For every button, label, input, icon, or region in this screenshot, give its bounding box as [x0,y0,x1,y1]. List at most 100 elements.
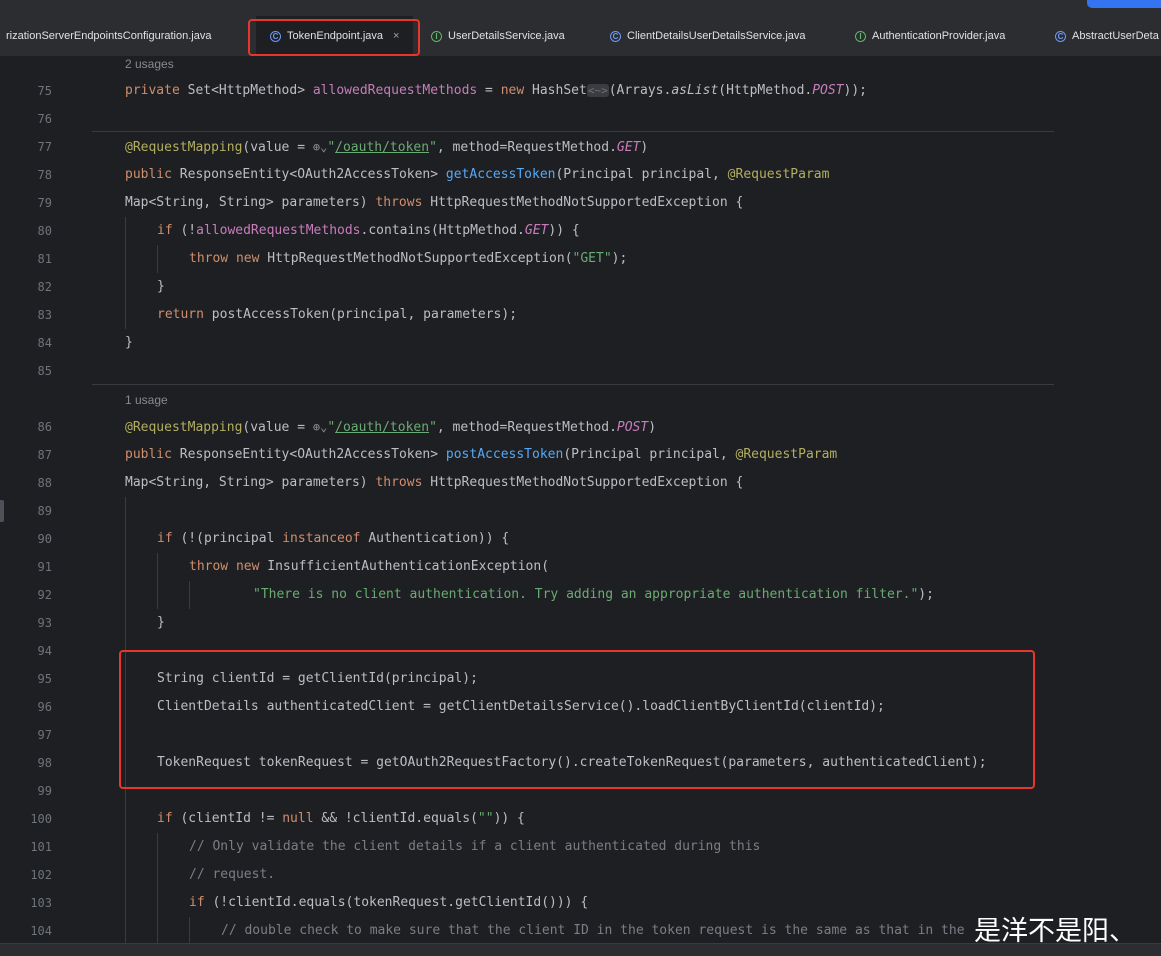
line-number: 83 [37,308,52,322]
line-number: 87 [37,448,52,462]
line-number: 90 [37,532,52,546]
code-token: "There is no client authentication. Try … [253,587,919,602]
code-line-77: @RequestMapping(value = ⊕⌄"/oauth/token"… [125,133,648,161]
code-token: allowedRequestMethods [196,223,361,238]
code-line-93: } [157,609,165,637]
line-number: 89 [37,504,52,518]
code-token: = [477,83,501,98]
indent-guide [125,217,126,329]
editor-tab-bar: rizationServerEndpointsConfiguration.jav… [0,16,1161,57]
title-pill[interactable] [1087,0,1161,8]
line-number: 91 [37,560,52,574]
line-number: 78 [37,168,52,182]
line-number: 99 [37,784,52,798]
line-number: 84 [37,336,52,350]
code-line-83: return postAccessToken(principal, parame… [157,301,517,329]
line-number: 86 [37,420,52,434]
tab-authentication-provider[interactable]: I AuthenticationProvider.java [855,16,1005,56]
line-number: 93 [37,616,52,630]
code-token: Set<HttpMethod> [187,83,313,98]
code-token: (Principal principal, [555,167,728,182]
code-token: (Arrays. [608,83,672,98]
line-number: 104 [30,924,52,938]
code-token: } [125,335,133,350]
code-token: ); [918,587,934,602]
code-token: if [157,531,181,546]
class-icon: C [1055,30,1066,42]
code-line-92: "There is no client authentication. Try … [253,581,934,609]
tab-client-details-user-details-service[interactable]: C ClientDetailsUserDetailsService.java [610,16,806,56]
endpoint-link[interactable]: /oauth/token [335,140,429,155]
tab-abstract-user-details[interactable]: C AbstractUserDeta [1055,16,1159,56]
method-separator [92,131,1054,132]
code-token: @RequestMapping [125,140,243,155]
line-number: 75 [37,84,52,98]
editor-right-margin [1054,57,1161,943]
usage-hint[interactable]: 1 usage [125,392,168,408]
code-token: (value = [242,420,313,435]
tab-label: TokenEndpoint.java [287,30,384,42]
code-line-103: if (!clientId.equals(tokenRequest.getCli… [189,889,588,917]
code-token: (!clientId.equals(tokenRequest.getClient… [212,895,589,910]
code-token: GET [616,140,641,155]
code-token: InsufficientAuthenticationException( [267,559,550,574]
code-token: public [125,447,180,462]
tab-user-details-service[interactable]: I UserDetailsService.java [431,16,565,56]
code-token: && !clientId.equals( [321,811,478,826]
globe-icon[interactable]: ⊕⌄ [313,140,327,154]
code-token: HttpRequestMethodNotSupportedException { [430,475,744,490]
class-icon: C [610,30,621,42]
line-number: 77 [37,140,52,154]
line-number: 102 [30,868,52,882]
close-icon[interactable]: × [393,30,399,42]
diamond-hint: <~> [586,84,609,97]
title-strip [0,0,1161,16]
globe-icon[interactable]: ⊕⌄ [313,420,327,434]
code-token: ClientDetails authenticatedClient = getC… [157,699,885,714]
code-token: } [157,279,165,294]
code-line-102: // request. [189,861,275,889]
code-token: ); [611,251,628,266]
tab-label: AuthenticationProvider.java [872,30,1006,42]
line-number: 103 [30,896,52,910]
watermark-text: 是洋不是阳、 [974,916,1136,947]
indent-guide [157,245,158,273]
endpoint-link[interactable]: /oauth/token [335,420,429,435]
code-token: @RequestParam [727,167,830,182]
code-token: throws [375,475,431,490]
method-separator [92,384,1054,385]
code-token: asList [671,83,719,98]
line-number: 88 [37,476,52,490]
code-comment: // double check to make sure that the cl… [221,923,965,938]
usage-hint[interactable]: 2 usages [125,56,174,72]
code-line-91: throw new InsufficientAuthenticationExce… [189,553,549,581]
tab-label: rizationServerEndpointsConfiguration.jav… [6,30,212,42]
code-token: new [500,83,533,98]
code-token: String clientId = getClientId(principal)… [157,671,478,686]
tab-authorization-server-endpoints-configuration[interactable]: rizationServerEndpointsConfiguration.jav… [6,16,211,56]
code-token: )) { [493,811,525,826]
code-token: } [157,615,165,630]
code-token: (clientId != [180,811,283,826]
code-token: ResponseEntity<OAuth2AccessToken> [179,167,446,182]
code-token: return [157,307,212,322]
line-number: 82 [37,280,52,294]
code-token: , method=RequestMethod. [436,140,617,155]
tab-token-endpoint[interactable]: C TokenEndpoint.java × [256,16,414,56]
code-token: public [125,167,180,182]
code-token: ResponseEntity<OAuth2AccessToken> [179,447,446,462]
code-line-104: // double check to make sure that the cl… [221,917,1021,945]
class-icon: C [270,30,281,42]
code-token: instanceof [282,531,369,546]
code-token: HttpRequestMethodNotSupportedException( [267,251,573,266]
code-token: )); [843,83,868,98]
code-token: GET [524,223,549,238]
code-token: )) { [548,223,580,238]
line-number: 79 [37,196,52,210]
code-token: POST [616,420,649,435]
code-token: (Principal principal, [563,447,736,462]
line-number: 94 [37,644,52,658]
tab-label: ClientDetailsUserDetailsService.java [627,30,806,42]
code-token: " [429,420,437,435]
code-token: Map<String, String> parameters) [125,475,376,490]
